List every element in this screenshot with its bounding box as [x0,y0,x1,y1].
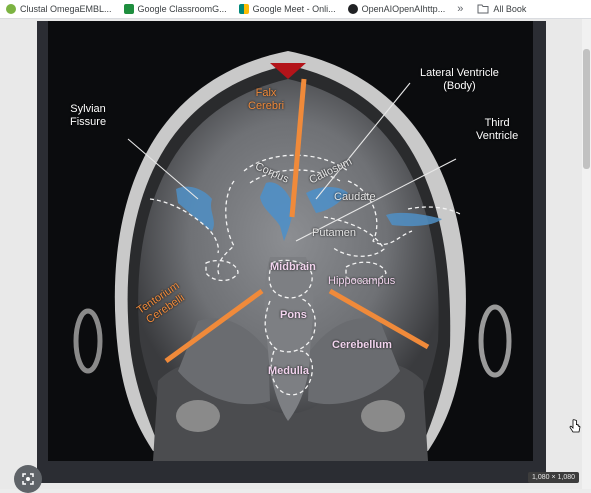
all-bookmarks-label: All Book [493,4,527,14]
scrollbar-thumb[interactable] [583,49,590,169]
bookmark-label: OpenAIOpenAIhttp... [361,4,446,14]
meet-icon [238,4,249,14]
label-putamen: Putamen [312,227,357,239]
label-hippocampus: Hippocampus [328,275,396,287]
label-pons: Pons [280,309,307,321]
ear-left [73,308,103,374]
bookmark-meet[interactable]: Google Meet - Onli... [238,4,336,14]
bookmark-label: Clustal OmegaEMBL... [20,4,112,14]
bookmarks-overflow-button[interactable]: » [457,3,463,15]
mastoid-left [176,400,220,432]
scrollbar[interactable] [582,19,591,489]
label-third-ventricle: Third Ventricle [476,117,519,142]
mri-brain-image[interactable]: Lateral Ventricle (Body) Third Ventricle… [48,21,533,461]
ear-right [478,304,512,378]
label-cerebellum: Cerebellum [332,339,392,351]
bookmark-label: Google ClassroomG... [137,4,227,14]
mastoid-right [361,400,405,432]
bookmark-label: Google Meet - Onli... [252,4,336,14]
image-viewer-panel: Lateral Ventricle (Body) Third Ventricle… [0,19,591,493]
image-dimensions-badge: 1,080 × 1,080 [527,472,579,483]
bookmark-clustal[interactable]: Clustal OmegaEMBL... [6,4,112,14]
clustal-icon [6,4,16,14]
folder-icon [477,4,489,14]
label-sylvian-fissure: Sylvian Fissure [70,103,107,128]
bookmark-openai[interactable]: OpenAIOpenAIhttp... [347,4,446,14]
label-falx-cerebri: Falx Cerebri [248,87,285,112]
label-lateral-ventricle: Lateral Ventricle (Body) [420,67,499,92]
lens-icon [22,473,34,485]
label-caudate: Caudate [334,191,376,203]
openai-icon [347,4,358,14]
bookmark-classroom[interactable]: Google ClassroomG... [123,4,227,14]
label-medulla: Medulla [268,365,309,377]
hand-cursor-icon [569,419,581,433]
classroom-icon [123,4,134,14]
all-bookmarks-button[interactable]: All Book [477,4,526,14]
bookmarks-bar: Clustal OmegaEMBL... Google ClassroomG..… [0,0,591,19]
label-midbrain: Midbrain [270,261,316,273]
